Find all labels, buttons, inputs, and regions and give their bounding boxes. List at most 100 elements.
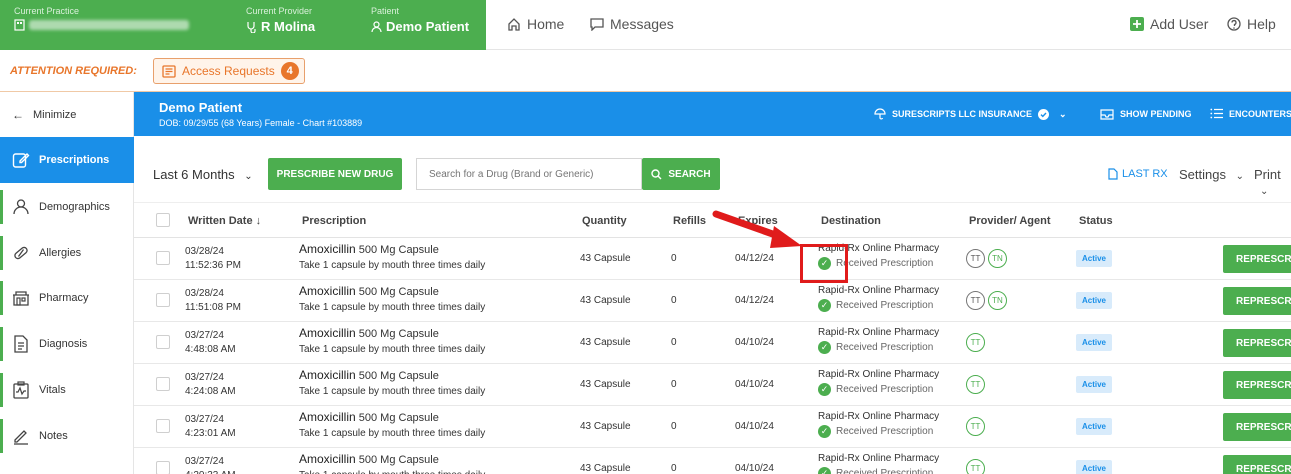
provider-avatar[interactable]: TN xyxy=(988,249,1007,268)
row-checkbox[interactable] xyxy=(156,335,170,349)
prescribe-new-drug-label: PRESCRIBE NEW DRUG xyxy=(276,168,394,180)
table-row[interactable]: 03/27/24 4:48:08 AM Amoxicillin 500 Mg Cap… xyxy=(134,322,1291,364)
prescription-cell[interactable]: Amoxicillin 500 Mg Capsule Take 1 capsule… xyxy=(299,368,485,399)
settings-menu[interactable]: Settings ⌄ xyxy=(1179,167,1244,182)
top-bar: Current Practice Current Provider R Moli… xyxy=(0,0,1291,50)
prescription-cell[interactable]: Amoxicillin 500 Mg Capsule Take 1 capsule… xyxy=(299,452,485,474)
written-time: 4:24:08 AM xyxy=(185,386,236,397)
check-circle-icon: ✓ xyxy=(818,299,831,312)
table-row[interactable]: 03/27/24 4:20:33 AM Amoxicillin 500 Mg Cap… xyxy=(134,448,1291,474)
arrow-left-icon: ← xyxy=(12,108,24,122)
sidebar-item-demographics[interactable]: Demographics xyxy=(0,184,134,230)
current-provider[interactable]: Current Provider R Molina xyxy=(246,6,315,34)
refills: 0 xyxy=(671,421,677,432)
drug-strength: 500 Mg Capsule xyxy=(358,412,439,424)
sidebar-item-vitals[interactable]: Vitals xyxy=(0,367,134,413)
patient-label: Patient xyxy=(371,6,400,16)
prescription-cell[interactable]: Amoxicillin 500 Mg Capsule Take 1 capsule… xyxy=(299,410,485,441)
search-button[interactable]: SEARCH xyxy=(642,158,720,190)
nav-home-label: Home xyxy=(527,16,565,32)
pharmacy-name: Rapid-Rx Online Pharmacy xyxy=(818,285,940,296)
show-pending-button[interactable]: SHOW PENDING xyxy=(1100,108,1192,120)
last-rx-link[interactable]: LAST RX xyxy=(1108,168,1168,180)
patient-name: Demo Patient xyxy=(159,100,243,115)
sidebar-item-label: Demographics xyxy=(39,201,110,213)
written-date-cell: 03/28/24 11:51:08 PM xyxy=(185,287,241,315)
search-icon xyxy=(651,168,662,179)
represcribe-button[interactable]: REPRESCRIBE xyxy=(1223,329,1291,357)
drug-name: Amoxicillin xyxy=(299,326,356,340)
provider-avatar[interactable]: TT xyxy=(966,459,985,474)
refills: 0 xyxy=(671,463,677,474)
row-checkbox[interactable] xyxy=(156,461,170,474)
table-row[interactable]: 03/27/24 4:24:08 AM Amoxicillin 500 Mg Cap… xyxy=(134,364,1291,406)
minimize-button[interactable]: ← Minimize xyxy=(0,92,134,138)
prescribe-new-drug-button[interactable]: PRESCRIBE NEW DRUG xyxy=(268,158,402,190)
period-select[interactable]: Last 6 Months ⌄ xyxy=(153,167,253,182)
pill-icon xyxy=(14,246,28,260)
represcribe-button[interactable]: REPRESCRIBE xyxy=(1223,455,1291,474)
sort-written-date[interactable]: Written Date ↓ xyxy=(188,215,261,227)
encounters-button[interactable]: ENCOUNTERS xyxy=(1210,108,1291,119)
help-button[interactable]: Help xyxy=(1227,16,1276,32)
help-icon xyxy=(1227,17,1241,31)
select-all-checkbox[interactable] xyxy=(156,213,170,227)
insurance-dropdown[interactable]: SURESCRIPTS LLC INSURANCE ⌄ xyxy=(874,108,1067,120)
status-badge: Active xyxy=(1076,460,1112,474)
provider-avatar[interactable]: TT xyxy=(966,291,985,310)
destination-cell: Rapid-Rx Online Pharmacy ✓ Received Prescr… xyxy=(818,327,939,354)
nav-messages[interactable]: Messages xyxy=(590,16,674,32)
prescription-cell[interactable]: Amoxicillin 500 Mg Capsule Take 1 capsule… xyxy=(299,242,485,273)
add-user-label: Add User xyxy=(1150,16,1209,32)
inbox-icon xyxy=(1100,109,1114,120)
section-marker xyxy=(0,373,3,407)
nav-home[interactable]: Home xyxy=(507,16,564,32)
chevron-down-icon: ⌄ xyxy=(1260,186,1269,197)
provider-avatar[interactable]: TT xyxy=(966,417,985,436)
prescription-cell[interactable]: Amoxicillin 500 Mg Capsule Take 1 capsule… xyxy=(299,284,485,315)
access-requests-count: 4 xyxy=(280,62,299,80)
check-circle-icon xyxy=(1038,108,1050,120)
represcribe-button[interactable]: REPRESCRIBE xyxy=(1223,287,1291,315)
sidebar-item-prescriptions[interactable]: Prescriptions xyxy=(0,137,134,183)
represcribe-button[interactable]: REPRESCRIBE xyxy=(1223,245,1291,273)
represcribe-button[interactable]: REPRESCRIBE xyxy=(1223,413,1291,441)
section-marker xyxy=(0,190,3,224)
provider-agent-cell: TT TN xyxy=(966,249,1010,268)
provider-avatar[interactable]: TT xyxy=(966,333,985,352)
sidebar-item-label: Vitals xyxy=(39,384,66,396)
table-row[interactable]: 03/28/24 11:51:08 PM Amoxicillin 500 Mg Ca… xyxy=(134,280,1291,322)
row-checkbox[interactable] xyxy=(156,419,170,433)
current-practice[interactable]: Current Practice xyxy=(14,6,189,31)
provider-avatar[interactable]: TT xyxy=(966,375,985,394)
sidebar-item-allergies[interactable]: Allergies xyxy=(0,230,134,276)
current-patient[interactable]: Patient Demo Patient xyxy=(371,6,469,34)
row-checkbox[interactable] xyxy=(156,251,170,265)
header-prescription: Prescription xyxy=(302,215,367,227)
settings-label: Settings xyxy=(1179,167,1226,182)
provider-agent-cell: TT xyxy=(966,417,988,436)
print-menu[interactable]: Print ⌄ xyxy=(1254,167,1291,197)
represcribe-button[interactable]: REPRESCRIBE xyxy=(1223,371,1291,399)
expires: 04/10/24 xyxy=(735,337,774,348)
row-checkbox[interactable] xyxy=(156,377,170,391)
prescription-cell[interactable]: Amoxicillin 500 Mg Capsule Take 1 capsule… xyxy=(299,326,485,357)
message-icon xyxy=(590,18,604,31)
add-user-button[interactable]: Add User xyxy=(1130,16,1208,32)
provider-avatar[interactable]: TT xyxy=(966,249,985,268)
access-requests-button[interactable]: Access Requests 4 xyxy=(153,58,305,84)
row-checkbox[interactable] xyxy=(156,293,170,307)
table-row[interactable]: 03/27/24 4:23:01 AM Amoxicillin 500 Mg Cap… xyxy=(134,406,1291,448)
sidebar-item-notes[interactable]: Notes xyxy=(0,413,134,459)
sidebar-item-diagnosis[interactable]: Diagnosis xyxy=(0,321,134,367)
written-date: 03/28/24 xyxy=(185,246,224,257)
written-date: 03/28/24 xyxy=(185,288,224,299)
provider-avatar[interactable]: TN xyxy=(988,291,1007,310)
drug-search-input[interactable] xyxy=(416,158,642,190)
provider-agent-cell: TT xyxy=(966,375,988,394)
written-date: 03/27/24 xyxy=(185,330,224,341)
drug-name: Amoxicillin xyxy=(299,284,356,298)
sidebar-item-pharmacy[interactable]: Pharmacy xyxy=(0,275,134,321)
provider-name: R Molina xyxy=(261,19,316,34)
written-time: 11:52:36 PM xyxy=(185,260,241,271)
